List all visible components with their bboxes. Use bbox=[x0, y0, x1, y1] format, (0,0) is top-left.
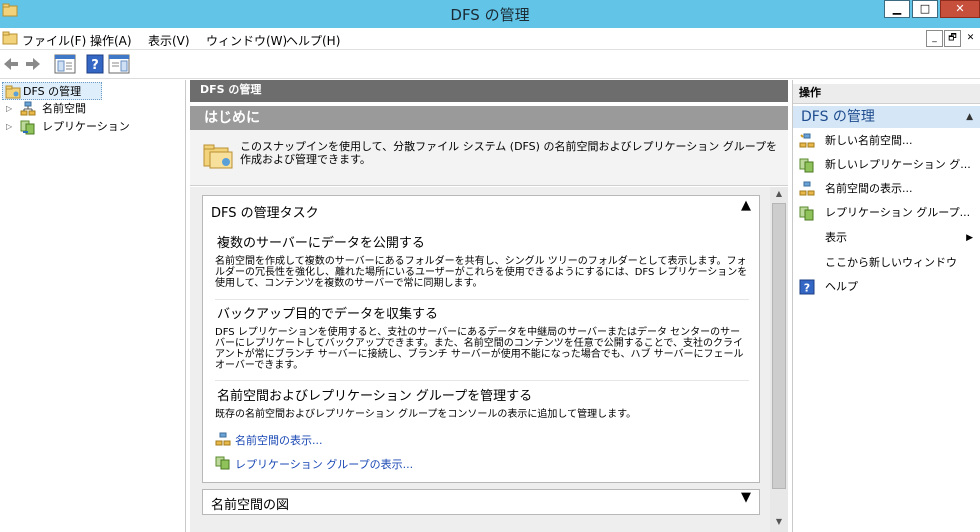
action-view[interactable]: 表示 ▶ bbox=[793, 227, 980, 249]
back-arrow-icon[interactable] bbox=[2, 54, 20, 74]
action-label: ヘルプ bbox=[825, 280, 858, 293]
expand-arrow-icon[interactable]: ▷ bbox=[6, 118, 12, 136]
vertical-scrollbar[interactable]: ▲ ▼ bbox=[770, 187, 788, 532]
dfs-folder-icon bbox=[5, 85, 21, 99]
scroll-down-arrow-icon[interactable]: ▼ bbox=[770, 517, 788, 526]
show-replication-groups-link[interactable]: レプリケーション グループの表示... bbox=[235, 456, 413, 472]
section-divider bbox=[215, 380, 749, 381]
action-new-namespace[interactable]: 新しい名前空間... bbox=[793, 130, 980, 152]
getting-started-banner: はじめに bbox=[190, 106, 788, 130]
tree-item-label: レプリケーション bbox=[42, 120, 130, 133]
section-title-backup: バックアップ目的でデータを収集する bbox=[217, 307, 439, 322]
action-label: 名前空間の表示... bbox=[825, 182, 913, 195]
replication-icon bbox=[20, 120, 35, 135]
mdi-restore-button[interactable]: 🗗 bbox=[944, 30, 961, 47]
replication-icon bbox=[799, 158, 814, 173]
toolbar: ? bbox=[0, 50, 980, 79]
dfs-folder-large-icon bbox=[203, 144, 233, 169]
console-tree-icon[interactable] bbox=[54, 54, 76, 74]
minimize-button[interactable]: ▁ bbox=[884, 0, 910, 18]
scrollbar-thumb[interactable] bbox=[772, 203, 786, 489]
close-button[interactable]: ✕ bbox=[940, 0, 980, 18]
action-show-namespaces[interactable]: 名前空間の表示... bbox=[793, 178, 980, 200]
namespace-icon bbox=[799, 181, 815, 196]
replication-icon bbox=[799, 206, 814, 221]
mdi-minimize-button[interactable]: _ bbox=[926, 30, 943, 47]
svg-text:?: ? bbox=[91, 58, 99, 73]
section-body-manage: 既存の名前空間およびレプリケーション グループをコンソールの表示に追加して管理し… bbox=[215, 409, 637, 420]
expand-arrow-icon[interactable]: ▷ bbox=[6, 100, 12, 118]
action-label: ここから新しいウィンドウ bbox=[825, 256, 957, 269]
mdi-folder-icon[interactable] bbox=[2, 31, 18, 45]
actions-group-title: DFS の管理 bbox=[801, 109, 875, 125]
replication-icon bbox=[215, 456, 230, 470]
action-show-replication-groups[interactable]: レプリケーション グループ... bbox=[793, 202, 980, 224]
menu-help[interactable]: ヘルプ(H) bbox=[286, 32, 340, 49]
intro-panel: このスナップインを使用して、分散ファイル システム (DFS) の名前空間および… bbox=[190, 130, 788, 186]
window-title: DFS の管理 bbox=[450, 6, 530, 24]
action-pane-icon[interactable] bbox=[108, 54, 130, 74]
result-pane: DFS の管理 はじめに このスナップインを使用して、分散ファイル システム (… bbox=[190, 80, 788, 532]
action-new-window-from-here[interactable]: ここから新しいウィンドウ bbox=[793, 252, 980, 274]
collapse-arrow-icon[interactable]: ▲ bbox=[966, 106, 973, 128]
namespace-icon bbox=[215, 432, 231, 446]
namespace-icon bbox=[20, 101, 36, 116]
namespace-icon bbox=[799, 133, 815, 148]
actions-pane: 操作 DFS の管理 ▲ 新しい名前空間... 新しいレプリケーション グ...… bbox=[792, 80, 980, 532]
section-body-publish: 名前空間を作成して複数のサーバーにあるフォルダーを共有し、シングル ツリーのフォ… bbox=[215, 256, 748, 289]
action-new-replication-group[interactable]: 新しいレプリケーション グ... bbox=[793, 154, 980, 176]
mdi-close-button[interactable]: ✕ bbox=[962, 30, 979, 47]
help-icon: ? bbox=[799, 279, 815, 295]
help-icon[interactable]: ? bbox=[86, 54, 104, 74]
expand-arrow-icon[interactable]: ▼ bbox=[741, 490, 751, 505]
action-label: 新しい名前空間... bbox=[825, 134, 913, 147]
namespace-diagram-title: 名前空間の図 bbox=[211, 498, 290, 513]
console-tree: DFS の管理 ▷ 名前空間 ▷ レプリケーション bbox=[0, 80, 186, 532]
action-label: 表示 bbox=[825, 231, 847, 244]
submenu-arrow-icon: ▶ bbox=[966, 233, 973, 243]
section-title-manage: 名前空間およびレプリケーション グループを管理する bbox=[217, 389, 533, 404]
tree-root-label: DFS の管理 bbox=[23, 85, 82, 98]
menu-view[interactable]: 表示(V) bbox=[148, 32, 190, 49]
dfs-tasks-box: DFS の管理タスク ▲ 複数のサーバーにデータを公開する 名前空間を作成して複… bbox=[202, 195, 760, 483]
forward-arrow-icon[interactable] bbox=[24, 54, 42, 74]
action-label: レプリケーション グループ... bbox=[825, 206, 971, 219]
tree-item-label: 名前空間 bbox=[42, 102, 86, 115]
maximize-button[interactable]: □ bbox=[912, 0, 938, 18]
section-divider bbox=[215, 299, 749, 300]
section-title-publish: 複数のサーバーにデータを公開する bbox=[217, 236, 425, 251]
collapse-arrow-icon[interactable]: ▲ bbox=[741, 198, 751, 213]
menu-file[interactable]: ファイル(F) bbox=[22, 32, 86, 49]
actions-group-dfs-management[interactable]: DFS の管理 ▲ bbox=[793, 106, 980, 128]
action-help[interactable]: ? ヘルプ bbox=[793, 276, 980, 298]
tree-root-dfs-management[interactable]: DFS の管理 bbox=[2, 82, 102, 100]
intro-text: このスナップインを使用して、分散ファイル システム (DFS) の名前空間および… bbox=[240, 140, 778, 166]
svg-text:?: ? bbox=[804, 282, 810, 295]
dfs-tasks-title: DFS の管理タスク bbox=[211, 206, 319, 221]
menu-action[interactable]: 操作(A) bbox=[90, 32, 132, 49]
menu-window[interactable]: ウィンドウ(W) bbox=[206, 32, 287, 49]
tree-item-namespace[interactable]: ▷ 名前空間 bbox=[6, 100, 176, 118]
task-scroll-area: DFS の管理タスク ▲ 複数のサーバーにデータを公開する 名前空間を作成して複… bbox=[190, 187, 788, 532]
action-label: 新しいレプリケーション グ... bbox=[825, 158, 971, 171]
actions-header: 操作 bbox=[793, 84, 980, 104]
namespace-diagram-box: 名前空間の図 ▼ bbox=[202, 489, 760, 515]
tree-item-replication[interactable]: ▷ レプリケーション bbox=[6, 118, 176, 136]
show-namespaces-link[interactable]: 名前空間の表示... bbox=[235, 432, 323, 448]
title-bar: DFS の管理 ▁ □ ✕ bbox=[0, 0, 980, 28]
result-pane-header: DFS の管理 bbox=[190, 80, 788, 102]
section-body-backup: DFS レプリケーションを使用すると、支社のサーバーにあるデータを中継局のサーバ… bbox=[215, 327, 744, 371]
scroll-up-arrow-icon[interactable]: ▲ bbox=[770, 189, 788, 198]
menu-bar: ファイル(F) 操作(A) 表示(V) ウィンドウ(W) ヘルプ(H) _ 🗗 … bbox=[0, 28, 980, 50]
